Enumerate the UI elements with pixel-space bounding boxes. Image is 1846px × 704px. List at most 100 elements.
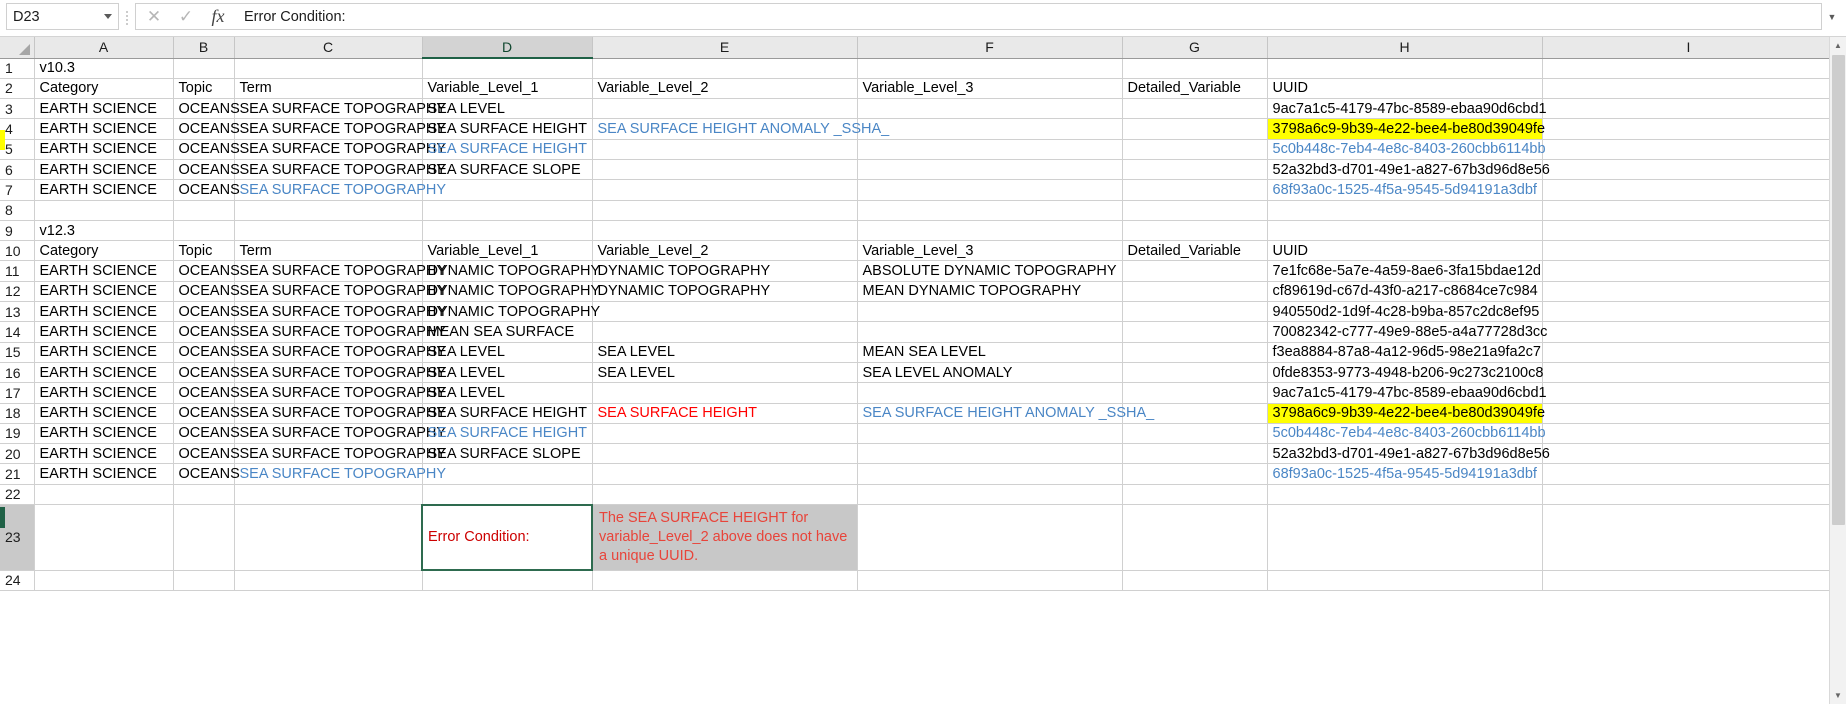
cell-H10[interactable]: UUID (1267, 240, 1543, 262)
cell-A8[interactable] (34, 200, 174, 221)
row-header-23[interactable]: 23 (0, 504, 35, 571)
cell-C3[interactable]: SEA SURFACE TOPOGRAPHY (234, 98, 446, 120)
cell-C21[interactable]: SEA SURFACE TOPOGRAPHY (234, 463, 446, 485)
cell-E17[interactable] (592, 382, 858, 404)
check-icon[interactable]: ✓ (170, 4, 202, 29)
cell-C11[interactable]: SEA SURFACE TOPOGRAPHY (234, 260, 446, 282)
cell-B19[interactable]: OCEANS (173, 423, 240, 445)
cell-F21[interactable] (857, 463, 1123, 485)
cell-B18[interactable]: OCEANS (173, 403, 240, 424)
row-header-13[interactable]: 13 (0, 301, 35, 323)
cell-H7[interactable]: 68f93a0c-1525-4f5a-9545-5d94191a3dbf (1267, 179, 1543, 201)
cell-G21[interactable] (1122, 463, 1268, 485)
cell-B21[interactable]: OCEANS (173, 463, 240, 485)
table-row[interactable]: 24 (0, 570, 1829, 591)
row-header-9[interactable]: 9 (0, 220, 35, 242)
cell-D19[interactable]: SEA SURFACE HEIGHT (422, 423, 593, 445)
table-row[interactable]: 10 Category Topic Term Variable_Level_1 Varia… (0, 240, 1829, 262)
cell-B17[interactable]: OCEANS (173, 382, 240, 404)
cell-D3[interactable]: SEA LEVEL (422, 98, 593, 120)
cell-I8[interactable] (1542, 200, 1829, 221)
table-row[interactable]: 15 EARTH SCIENCE OCEANS SEA SURFACE TOPOGRA… (0, 342, 1829, 363)
cell-B3[interactable]: OCEANS (173, 98, 240, 120)
cell-B13[interactable]: OCEANS (173, 301, 240, 323)
cell-I21[interactable] (1542, 463, 1829, 485)
close-icon[interactable]: ✕ (138, 4, 170, 29)
row-header-2[interactable]: 2 (0, 78, 35, 100)
cell-D10[interactable]: Variable_Level_1 (422, 240, 593, 262)
cell-B14[interactable]: OCEANS (173, 321, 240, 343)
row-header-3[interactable]: 3 (0, 98, 35, 120)
fx-icon[interactable]: fx (202, 4, 234, 29)
cell-F22[interactable] (857, 484, 1123, 506)
cell-B4[interactable]: OCEANS (173, 118, 240, 140)
grid-scroll-region[interactable]: A B C D E F G H I 1 v10.3 2 Category Topic Te… (0, 37, 1829, 704)
cell-C24[interactable] (234, 570, 423, 591)
row-header-17[interactable]: 17 (0, 382, 35, 404)
cell-E4[interactable]: SEA SURFACE HEIGHT ANOMALY _SSHA_ (592, 118, 889, 140)
cell-B24[interactable] (173, 570, 235, 591)
cell-A21[interactable]: EARTH SCIENCE (34, 463, 174, 485)
cell-B7[interactable]: OCEANS (173, 179, 240, 201)
cell-C10[interactable]: Term (234, 240, 423, 262)
cell-E19[interactable] (592, 423, 858, 445)
table-row[interactable]: 14 EARTH SCIENCE OCEANS SEA SURFACE TOPOGRA… (0, 321, 1829, 343)
cell-B2[interactable]: Topic (173, 78, 235, 100)
cell-E15[interactable]: SEA LEVEL (592, 342, 858, 363)
row-header-10[interactable]: 10 (0, 240, 35, 262)
cell-E9[interactable] (592, 220, 858, 242)
cell-H14[interactable]: 70082342-c777-49e9-88e5-a4a77728d3cc (1267, 321, 1547, 343)
cell-H20[interactable]: 52a32bd3-d701-49e1-a827-67b3d96d8e56 (1267, 443, 1550, 465)
cell-I5[interactable] (1542, 139, 1829, 160)
cell-F10[interactable]: Variable_Level_3 (857, 240, 1123, 262)
cell-C20[interactable]: SEA SURFACE TOPOGRAPHY (234, 443, 446, 465)
cell-A22[interactable] (34, 484, 174, 506)
table-row[interactable]: 19 EARTH SCIENCE OCEANS SEA SURFACE TOPOGRA… (0, 423, 1829, 445)
cell-G11[interactable] (1122, 260, 1268, 282)
cell-E18[interactable]: SEA SURFACE HEIGHT (592, 403, 858, 424)
cell-G6[interactable] (1122, 159, 1268, 181)
row-header-20[interactable]: 20 (0, 443, 35, 465)
column-header-i[interactable]: I (1542, 37, 1829, 59)
cell-H15[interactable]: f3ea8884-87a8-4a12-96d5-98e21a9fa2c7 (1267, 342, 1543, 363)
cell-C19[interactable]: SEA SURFACE TOPOGRAPHY (234, 423, 446, 445)
cell-C17[interactable]: SEA SURFACE TOPOGRAPHY (234, 382, 446, 404)
row-header-15[interactable]: 15 (0, 342, 35, 363)
cell-I23[interactable] (1542, 504, 1829, 571)
cell-E5[interactable] (592, 139, 858, 160)
cell-G16[interactable] (1122, 362, 1268, 384)
cell-A7[interactable]: EARTH SCIENCE (34, 179, 174, 201)
row-header-24[interactable]: 24 (0, 570, 35, 591)
row-header-22[interactable]: 22 (0, 484, 35, 506)
cell-B11[interactable]: OCEANS (173, 260, 240, 282)
cell-I15[interactable] (1542, 342, 1829, 363)
column-header-d[interactable]: D (422, 37, 593, 59)
cell-C4[interactable]: SEA SURFACE TOPOGRAPHY (234, 118, 446, 140)
scroll-up-icon[interactable]: ▲ (1829, 37, 1846, 54)
cell-E1[interactable] (592, 58, 858, 79)
cell-E16[interactable]: SEA LEVEL (592, 362, 858, 384)
cell-G17[interactable] (1122, 382, 1268, 404)
cell-F17[interactable] (857, 382, 1123, 404)
cell-C12[interactable]: SEA SURFACE TOPOGRAPHY (234, 281, 446, 303)
cell-C14[interactable]: SEA SURFACE TOPOGRAPHY (234, 321, 446, 343)
cell-H24[interactable] (1267, 570, 1543, 591)
cell-I16[interactable] (1542, 362, 1829, 384)
cell-H2[interactable]: UUID (1267, 78, 1543, 100)
cell-B23[interactable] (173, 504, 235, 571)
column-header-c[interactable]: C (234, 37, 423, 59)
cell-I9[interactable] (1542, 220, 1829, 242)
error-condition-message[interactable]: The SEA SURFACE HEIGHT for variable_Leve… (592, 504, 858, 571)
table-row[interactable]: 11 EARTH SCIENCE OCEANS SEA SURFACE TOPOGRA… (0, 260, 1829, 282)
table-row[interactable]: 17 EARTH SCIENCE OCEANS SEA SURFACE TOPOGRA… (0, 382, 1829, 404)
table-row[interactable]: 3 EARTH SCIENCE OCEANS SEA SURFACE TOPOGRAP… (0, 98, 1829, 120)
cell-F18[interactable]: SEA SURFACE HEIGHT ANOMALY _SSHA_ (857, 403, 1154, 424)
cell-H4[interactable]: 3798a6c9-9b39-4e22-bee4-be80d39049fe (1267, 118, 1545, 140)
cell-C13[interactable]: SEA SURFACE TOPOGRAPHY (234, 301, 446, 323)
row-header-1[interactable]: 1 (0, 58, 35, 79)
cell-D22[interactable] (422, 484, 593, 506)
table-row[interactable]: 12 EARTH SCIENCE OCEANS SEA SURFACE TOPOGRA… (0, 281, 1829, 303)
column-header-e[interactable]: E (592, 37, 858, 59)
cell-G1[interactable] (1122, 58, 1268, 79)
table-row[interactable]: 2 Category Topic Term Variable_Level_1 Variab… (0, 78, 1829, 100)
